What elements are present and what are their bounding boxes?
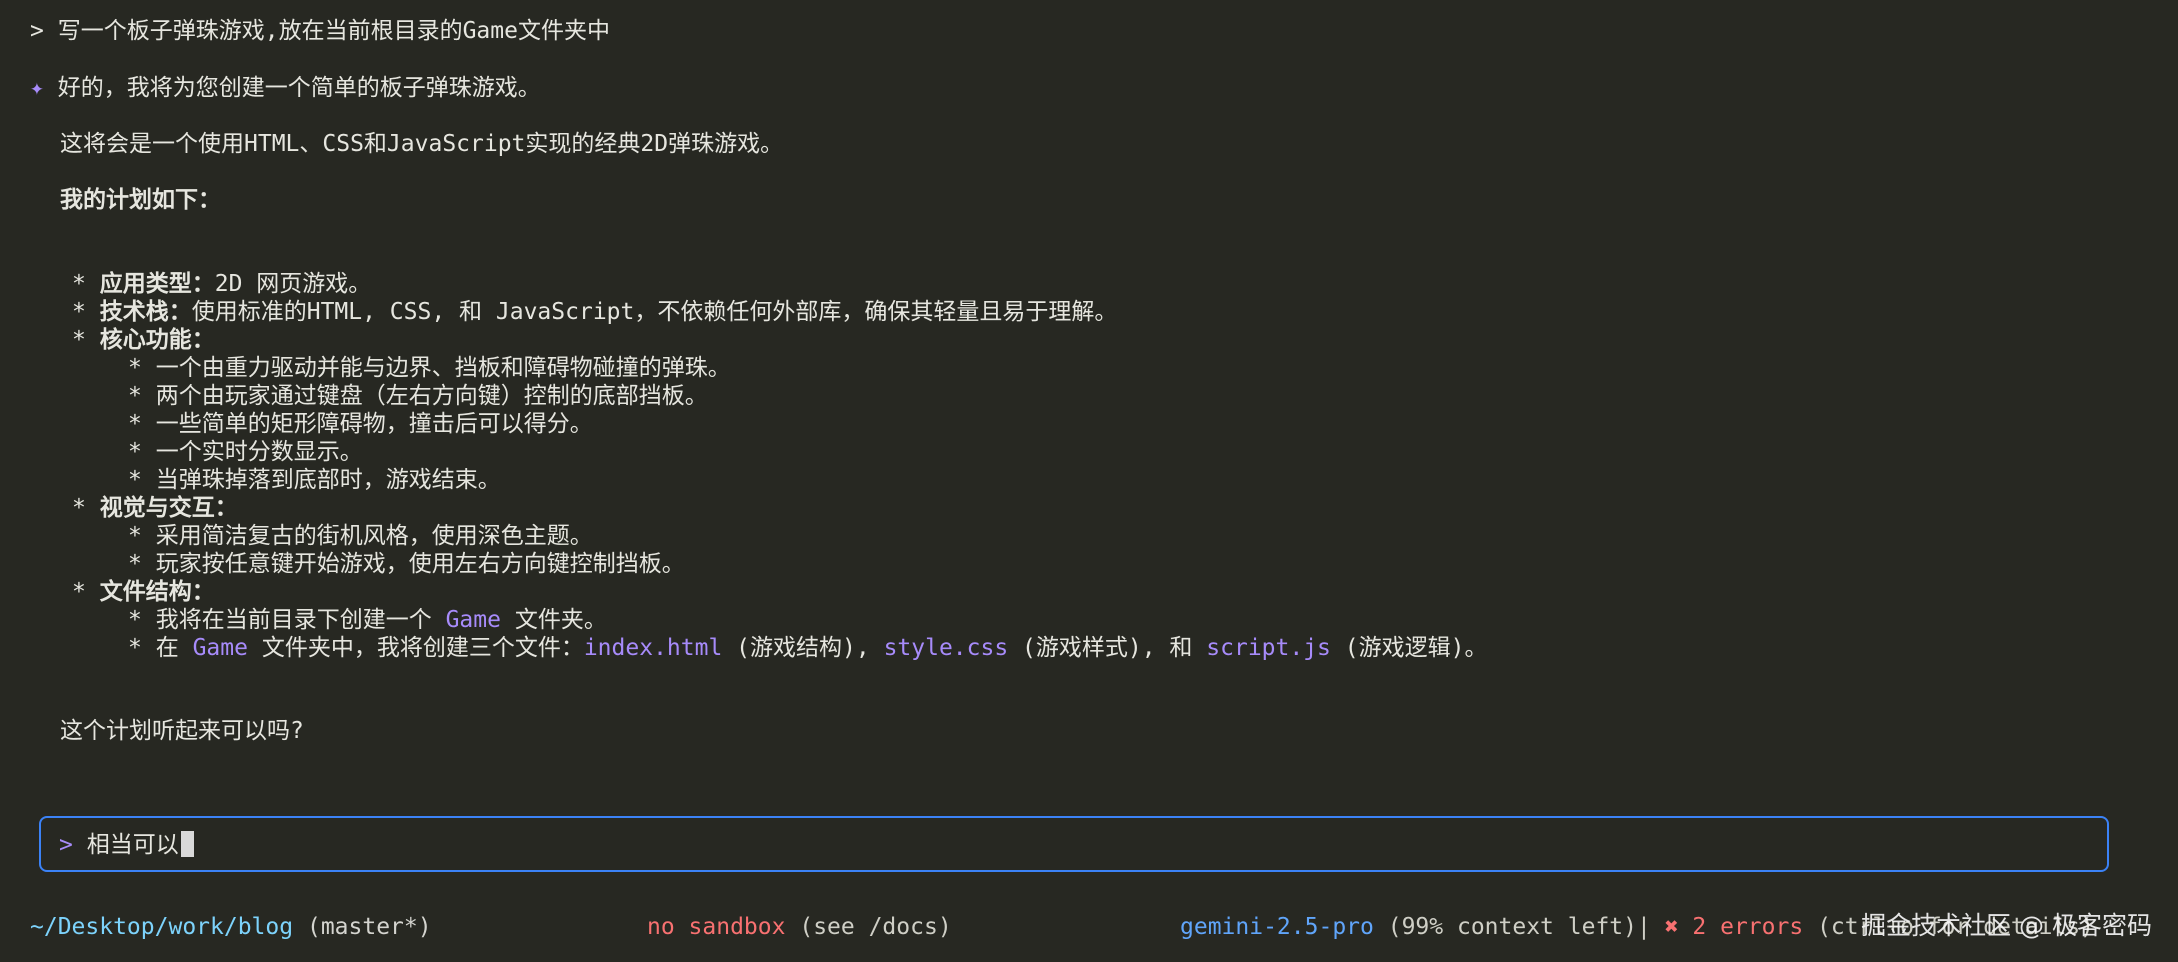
files-text: 文件夹。 [500,607,607,633]
plan-item-files: * 文件结构： [72,578,215,606]
model-name: gemini-2.5-pro [1180,914,1374,940]
folder-name: Game [192,635,248,661]
plan-item-visual: * 视觉与交互： [72,494,238,522]
folder-name: Game [445,607,501,633]
visual-text: 采用简洁复古的街机风格，使用深色主题。 [155,523,593,549]
plan-item-features: * 核心功能： [72,326,215,354]
status-path-group: ~/Desktop/work/blog (master*) [30,912,432,942]
sandbox-status: no sandbox [647,914,786,940]
status-sandbox-group: no sandbox (see /docs) [647,912,952,942]
features-label: 核心功能： [99,327,215,353]
tech-label: 技术栈： [99,299,192,325]
files-text: (游戏结构), [722,635,884,661]
text-cursor [180,831,194,857]
watermark: 掘金技术社区 @ 极客密码 [1861,911,2152,940]
plan-question: 这个计划听起来可以吗? [60,718,304,744]
error-icon: ✖ [1664,914,1679,940]
input-value[interactable]: 相当可以 [87,832,179,858]
plan-heading: 我的计划如下： [60,187,221,213]
reply-description: 这将会是一个使用HTML、CSS和JavaScript实现的经典2D弹珠游戏。 [60,131,784,157]
files-text: (游戏逻辑)。 [1330,635,1488,661]
app-type-label: 应用类型： [99,271,215,297]
git-branch: (master*) [306,914,432,940]
files-text: 文件夹中，我将创建三个文件： [247,635,584,661]
visual-item: * 玩家按任意键开始游戏，使用左右方向键控制挡板。 [128,550,685,578]
reply-intro: 好的，我将为您创建一个简单的板子弹珠游戏。 [57,75,541,101]
bullet: * [72,299,86,325]
bullet: * [128,523,142,549]
feature-item: * 一个实时分数显示。 [128,438,363,466]
context-left: (99% context left)| [1387,914,1651,940]
visual-text: 玩家按任意键开始游戏，使用左右方向键控制挡板。 [155,551,685,577]
feature-text: 一个由重力驱动并能与边界、挡板和障碍物碰撞的弹珠。 [155,355,731,381]
plan-item-tech: * 技术栈：使用标准的HTML, CSS, 和 JavaScript，不依赖任何… [72,298,1117,326]
cwd-path: ~/Desktop/work/blog [30,914,294,940]
files-text: (游戏样式), 和 [1008,635,1207,661]
tech-value: 使用标准的HTML, CSS, 和 JavaScript，不依赖任何外部库，确保… [191,299,1118,325]
assistant-reply-line: ✦ 好的，我将为您创建一个简单的板子弹珠游戏。 [30,74,541,102]
feature-text: 一个实时分数显示。 [155,439,363,465]
prompt-input-box[interactable]: > 相当可以 [39,816,2109,872]
bullet: * [128,439,142,465]
files-label: 文件结构： [99,579,215,605]
files-text: 在 [155,635,193,661]
bullet: * [128,467,142,493]
feature-text: 两个由玩家通过键盘（左右方向键）控制的底部挡板。 [155,383,708,409]
prompt-marker: > [30,18,44,44]
visual-label: 视觉与交互： [99,495,238,521]
file-name: index.html [583,635,723,661]
bullet: * [128,635,142,661]
feature-item: * 两个由玩家通过键盘（左右方向键）控制的底部挡板。 [128,382,708,410]
feature-text: 一些简单的矩形障碍物，撞击后可以得分。 [155,411,593,437]
bullet: * [72,495,86,521]
input-prompt-marker: > [59,832,73,858]
app-type-value: 2D 网页游戏。 [214,271,372,297]
bullet: * [128,411,142,437]
file-name: style.css [883,635,1009,661]
bullet: * [72,579,86,605]
plan-item-app-type: * 应用类型：2D 网页游戏。 [72,270,371,298]
sandbox-hint: (see /docs) [799,914,952,940]
bullet: * [128,551,142,577]
bullet: * [72,327,86,353]
bullet: * [128,355,142,381]
bullet: * [72,271,86,297]
feature-item: * 一些简单的矩形障碍物，撞击后可以得分。 [128,410,593,438]
error-count[interactable]: 2 errors [1692,914,1803,940]
user-prompt-line: > 写一个板子弹珠游戏,放在当前根目录的Game文件夹中 [30,17,610,45]
feature-text: 当弹珠掉落到底部时，游戏结束。 [155,467,501,493]
bullet: * [128,607,142,633]
prompt-input[interactable]: > 相当可以 [59,830,194,860]
file-name: script.js [1206,635,1331,661]
feature-item: * 当弹珠掉落到底部时，游戏结束。 [128,466,501,494]
visual-item: * 采用简洁复古的街机风格，使用深色主题。 [128,522,593,550]
user-prompt-text: 写一个板子弹珠游戏,放在当前根目录的Game文件夹中 [57,18,610,44]
feature-item: * 一个由重力驱动并能与边界、挡板和障碍物碰撞的弹珠。 [128,354,731,382]
files-item: * 在 Game 文件夹中，我将创建三个文件：index.html (游戏结构)… [128,634,1487,662]
files-text: 我将在当前目录下创建一个 [155,607,446,633]
sparkle-icon: ✦ [30,75,44,101]
files-item: * 我将在当前目录下创建一个 Game 文件夹。 [128,606,607,634]
bullet: * [128,383,142,409]
